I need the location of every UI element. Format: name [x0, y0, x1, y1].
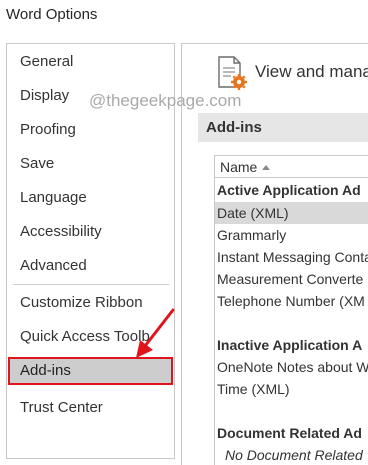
- section-title: Add-ins: [198, 113, 368, 142]
- watermark-text: @thegeekpage.com: [89, 91, 242, 110]
- list-item[interactable]: Telephone Number (XM: [215, 290, 368, 312]
- sidebar-item-proofing[interactable]: Proofing: [8, 116, 173, 144]
- column-header-label: Name: [220, 159, 258, 175]
- list-item[interactable]: Grammarly: [215, 224, 368, 246]
- document-gear-icon: [218, 56, 247, 90]
- group-header-document-related: Document Related Ad: [217, 425, 362, 441]
- panel-header-title: View and mana: [255, 62, 368, 81]
- sort-ascending-icon: [262, 165, 271, 170]
- list-item-empty: No Document Related: [225, 447, 363, 463]
- sidebar-divider: [13, 284, 169, 285]
- window-title: Word Options: [6, 6, 98, 23]
- sidebar-item-save[interactable]: Save: [8, 150, 173, 178]
- list-item[interactable]: OneNote Notes about W: [215, 356, 368, 378]
- group-header-inactive: Inactive Application A: [217, 337, 363, 353]
- sidebar-item-language[interactable]: Language: [8, 184, 173, 212]
- sidebar-item-trust-center[interactable]: Trust Center: [8, 394, 173, 422]
- red-arrow-icon: [136, 308, 175, 358]
- list-item[interactable]: Measurement Converte: [215, 268, 368, 290]
- sidebar-item-accessibility[interactable]: Accessibility: [8, 218, 173, 246]
- sidebar-item-general[interactable]: General: [8, 48, 173, 76]
- list-item[interactable]: Time (XML): [215, 378, 368, 400]
- column-header-name[interactable]: Name: [215, 156, 368, 178]
- group-header-active: Active Application Ad: [217, 182, 361, 198]
- sidebar-item-advanced[interactable]: Advanced: [8, 252, 173, 280]
- add-ins-list: Name Active Application Ad Date (XML) Gr…: [214, 155, 368, 465]
- list-item[interactable]: Date (XML): [215, 202, 368, 224]
- list-item[interactable]: Instant Messaging Conta: [215, 246, 368, 268]
